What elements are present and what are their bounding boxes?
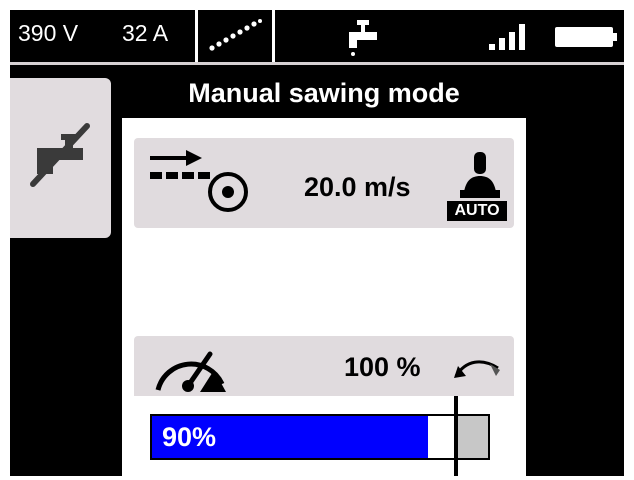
main-panel: Manual sawing mode 20.0 m/s AUTO 100 % 9… [122, 70, 526, 476]
connection-dots-icon [209, 19, 262, 51]
power-limit-marker[interactable] [454, 396, 458, 476]
feed-speed-card[interactable]: 20.0 m/s AUTO [134, 138, 514, 228]
status-bar: 390 V 32 A [10, 10, 624, 62]
signal-strength-icon [489, 24, 525, 50]
gauge-icon [155, 351, 226, 392]
power-progress-gap [428, 416, 456, 458]
power-progress-bar[interactable]: 90% [150, 414, 490, 460]
connection-cell [198, 10, 275, 62]
feed-to-blade-icon [150, 150, 248, 212]
blade-power-card[interactable]: 100 % 90% [134, 336, 514, 476]
status-icons-area [275, 10, 624, 62]
water-tap-icon [349, 20, 377, 56]
water-off-icon [30, 123, 90, 187]
water-toggle-tab[interactable] [10, 78, 111, 238]
device-screen: 390 V 32 A Manual sawing mode 20.0 m/s A… [10, 10, 624, 476]
power-bar-area: 90% [134, 396, 514, 476]
blade-power-value: 100 % [344, 352, 421, 382]
adjust-arrows-icon [454, 360, 500, 378]
right-empty-column [540, 65, 624, 476]
page-title: Manual sawing mode [188, 78, 460, 108]
voltage-readout: 390 V [18, 20, 79, 46]
current-readout: 32 A [122, 20, 169, 46]
operator-auto-icon [460, 152, 500, 198]
battery-icon [555, 27, 617, 47]
feed-speed-value: 20.0 m/s [304, 172, 411, 202]
auto-mode-badge: AUTO [447, 201, 507, 221]
title-bar: Manual sawing mode [122, 70, 526, 118]
status-divider [10, 62, 624, 65]
power-readout: 390 V 32 A [10, 10, 198, 62]
power-progress-label: 90% [162, 422, 217, 452]
